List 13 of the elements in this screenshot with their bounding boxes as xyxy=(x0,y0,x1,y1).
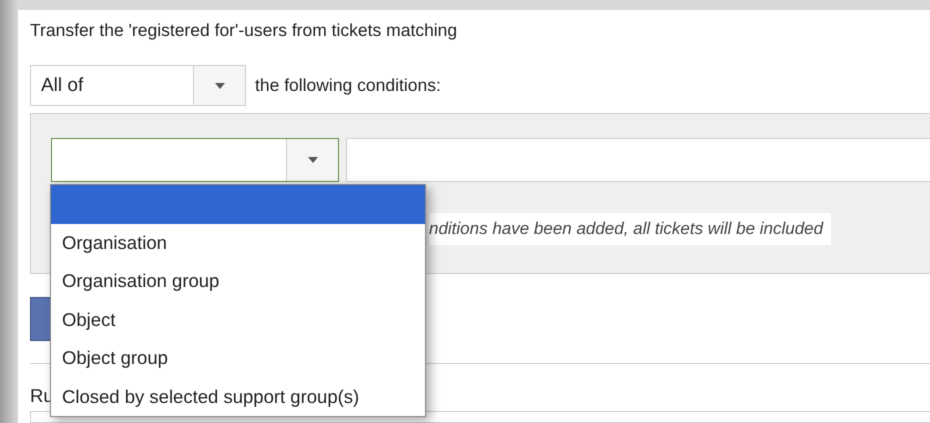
empty-conditions-note: nditions have been added, all tickets will be included xyxy=(429,213,832,245)
caret-icon xyxy=(308,157,318,163)
condition-value-field[interactable] xyxy=(346,138,930,182)
dropdown-option[interactable]: Organisation group xyxy=(51,262,425,300)
dropdown-option[interactable]: Object group xyxy=(51,339,425,378)
dropdown-option[interactable]: Closed by selected support group(s) xyxy=(51,378,425,416)
match-select[interactable]: All of xyxy=(30,65,246,106)
dropdown-option[interactable]: Organisation xyxy=(51,224,425,262)
caret-icon xyxy=(214,82,224,88)
conditions-label: the following conditions: xyxy=(255,75,441,96)
section-heading: Transfer the 'registered for'-users from tickets matching xyxy=(30,20,458,40)
condition-field-select[interactable] xyxy=(51,138,339,182)
dropdown-option[interactable]: Object xyxy=(51,300,425,339)
